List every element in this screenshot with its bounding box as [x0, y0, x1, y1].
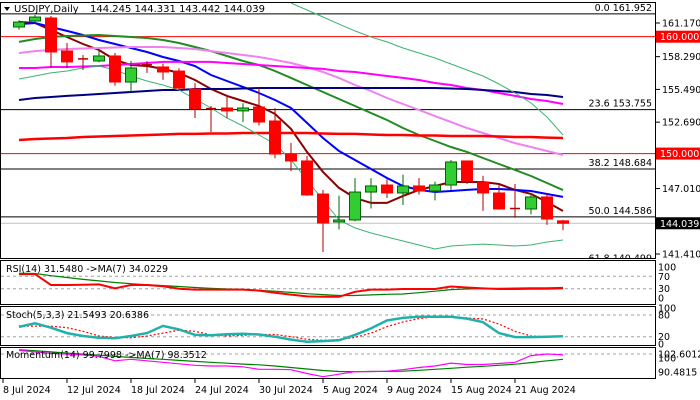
momentum-scale-label: 102.6012 [658, 349, 700, 360]
momentum-scale-label: 90.4815 [658, 367, 697, 378]
candle-body [333, 219, 345, 223]
candle-body [301, 160, 313, 196]
date-tick-label: 21 Aug 2024 [515, 385, 576, 396]
date-tick-label: 9 Aug 2024 [387, 385, 442, 396]
candle-body [109, 55, 121, 83]
candle-body [269, 120, 281, 155]
chart-header: USDJPY,Daily 144.245 144.331 143.442 144… [4, 4, 265, 15]
candle[interactable] [445, 160, 457, 190]
price-tick-label: 147.010 [662, 184, 700, 195]
candle-body [125, 67, 137, 83]
level-price-badge: 160.000 [660, 32, 699, 43]
level-price-badge: 150.000 [660, 149, 699, 160]
candle-body [461, 160, 473, 182]
candle-body [525, 196, 537, 210]
price-tick-label: 141.410 [662, 249, 700, 260]
candle-body [413, 185, 425, 192]
candle-body [13, 21, 25, 28]
date-tick-label: 12 Jul 2024 [67, 385, 121, 396]
candle-body [221, 107, 233, 112]
momentum-title: Momentum(14) 99.7998 ->MA(7) 98.3512 [6, 350, 207, 361]
rsi-title: RSI(14) 31.5480 ->MA(7) 34.0229 [6, 264, 168, 275]
symbol-label: USDJPY,Daily [14, 4, 79, 15]
candle-body [477, 181, 489, 194]
stoch-scale-label: 80 [658, 311, 670, 322]
date-tick-label: 8 Jul 2024 [3, 385, 51, 396]
fib-level-label: 23.6 153.755 [589, 99, 652, 110]
date-tick-label: 5 Aug 2024 [323, 385, 378, 396]
candle-body [493, 192, 505, 210]
candle-body [29, 16, 41, 22]
candle-body [365, 185, 377, 193]
candle[interactable] [301, 155, 313, 196]
candle-body [173, 70, 185, 89]
candle-body [557, 220, 569, 224]
candle-body [237, 107, 249, 112]
price-tick-label: 161.170 [662, 19, 700, 30]
candle[interactable] [173, 68, 185, 90]
price-tick-label: 158.290 [662, 52, 700, 63]
fib-level-label: 0.0 161.952 [595, 3, 652, 14]
rsi-scale-label: 70 [658, 272, 670, 283]
price-tick-label: 152.690 [662, 118, 700, 129]
date-tick-label: 30 Jul 2024 [259, 385, 313, 396]
ohlc-values: 144.245 144.331 143.442 144.039 [90, 4, 265, 15]
current-price-badge: 144.039 [660, 219, 699, 230]
date-tick-label: 24 Jul 2024 [195, 385, 249, 396]
candle-body [445, 161, 457, 186]
candle-body [45, 17, 57, 53]
candle-body [349, 191, 361, 221]
candle-body [429, 184, 441, 192]
candle-body [285, 153, 297, 162]
candle-body [317, 193, 329, 224]
candle-body [157, 66, 169, 73]
candle-body [381, 184, 393, 194]
candle-body [61, 50, 73, 63]
candle[interactable] [461, 160, 473, 184]
fib-level-label: 38.2 148.684 [589, 158, 652, 169]
candle[interactable] [109, 53, 121, 86]
fib-level-label: 50.0 144.586 [589, 206, 652, 217]
candle-body [189, 88, 201, 110]
price-tick-label: 155.490 [662, 85, 700, 96]
candle-body [541, 196, 553, 220]
stoch-title: Stoch(5,3,3) 21.5493 20.6386 [6, 310, 149, 321]
date-tick-label: 15 Aug 2024 [451, 385, 512, 396]
candle-body [397, 185, 409, 194]
candle-body [253, 106, 265, 123]
price-chart[interactable]: 0.0 161.952 23.6 153.755 38.2 148.684 50.0 … [0, 0, 700, 400]
candle-body [93, 55, 105, 62]
date-tick-label: 18 Jul 2024 [131, 385, 185, 396]
